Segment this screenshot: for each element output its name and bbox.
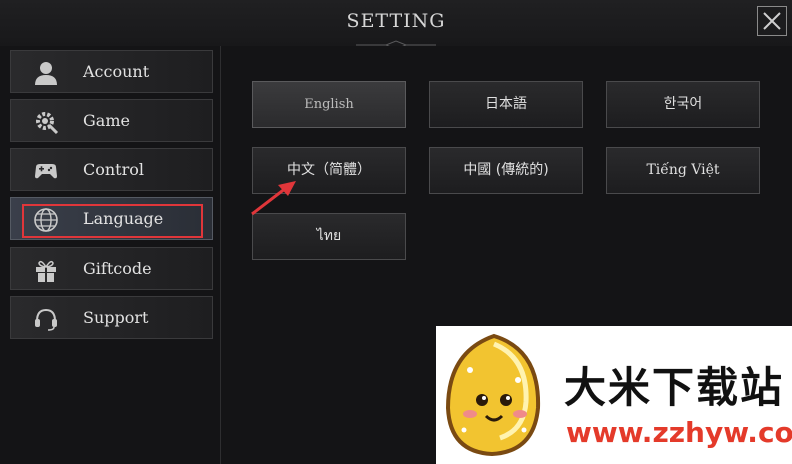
watermark-site-name: 大米下载站 [564, 363, 785, 412]
sidebar-item-account[interactable]: Account [10, 50, 213, 93]
language-option-label: English [304, 97, 354, 112]
headset-icon [35, 308, 57, 331]
watermark: 大米下载站 www.zzhyw.com [436, 326, 792, 464]
close-icon [763, 12, 781, 30]
title-bar: SETTING [0, 0, 792, 50]
sidebar-item-language[interactable]: Language [10, 197, 213, 240]
sidebar-item-label: Account [83, 62, 150, 81]
language-option-japanese[interactable]: 日本語 [429, 81, 583, 128]
language-option-label: 한국어 [663, 96, 703, 112]
rice-mascot-logo-icon [445, 333, 541, 457]
gift-icon [36, 260, 56, 282]
sidebar-item-label: Game [83, 111, 130, 130]
watermark-url: www.zzhyw.com [566, 416, 792, 449]
sidebar-item-control[interactable]: Control [10, 148, 213, 191]
sidebar-item-label: Giftcode [83, 259, 152, 278]
language-option-label: 中文（简體） [287, 162, 371, 178]
sidebar-item-label: Support [83, 308, 149, 327]
language-option-vietnamese[interactable]: Tiếng Việt [606, 147, 760, 194]
gamepad-icon [35, 164, 57, 179]
globe-icon [34, 208, 58, 232]
language-option-label: 日本語 [485, 96, 527, 112]
language-option-chinese-traditional[interactable]: 中國 (傳統的) [429, 147, 583, 194]
language-option-label: 中國 (傳統的) [463, 162, 549, 178]
language-option-english[interactable]: English [252, 81, 406, 128]
settings-sidebar: Account Game Control Language Giftcode S… [0, 46, 221, 464]
window-title: SETTING [346, 10, 446, 32]
sidebar-item-label: Control [83, 160, 145, 179]
language-option-label: Tiếng Việt [646, 162, 720, 178]
language-option-korean[interactable]: 한국어 [606, 81, 760, 128]
language-option-thai[interactable]: ไทย [252, 213, 406, 260]
user-icon [35, 62, 57, 85]
sidebar-item-game[interactable]: Game [10, 99, 213, 142]
sidebar-item-support[interactable]: Support [10, 296, 213, 339]
close-button[interactable] [757, 6, 787, 36]
sidebar-item-label: Language [83, 209, 164, 228]
annotation-arrow-icon [251, 181, 296, 216]
gear-icon [36, 112, 59, 135]
language-option-label: ไทย [316, 228, 342, 244]
sidebar-item-giftcode[interactable]: Giftcode [10, 247, 213, 290]
